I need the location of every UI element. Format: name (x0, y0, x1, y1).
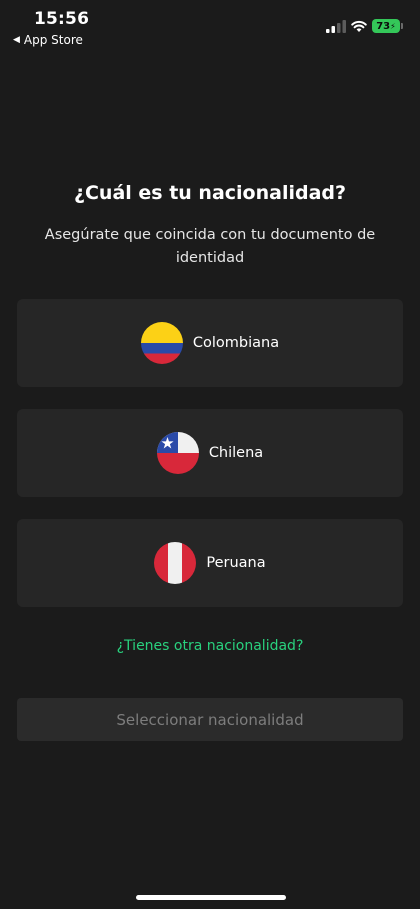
colombia-flag-icon (140, 322, 183, 364)
select-nationality-button[interactable]: Seleccionar nacionalidad (17, 698, 403, 741)
back-app-label: App Store (23, 33, 83, 47)
select-button-label: Seleccionar nacionalidad (116, 710, 304, 729)
option-label: Colombiana (192, 335, 280, 351)
option-label: Peruana (206, 555, 266, 571)
status-time: 15:56 (34, 9, 90, 29)
battery-icon: 73 ⚡ (372, 19, 400, 33)
option-label: Chilena (208, 445, 264, 461)
cellular-signal-icon (326, 20, 346, 33)
option-chilena[interactable]: Chilena (17, 409, 403, 497)
option-peruana[interactable]: Peruana (17, 519, 403, 607)
page-title: ¿Cuál es tu nacionalidad? (73, 182, 347, 204)
option-colombiana[interactable]: Colombiana (17, 299, 403, 387)
page-subtitle: Asegúrate que coincida con tu documento … (44, 227, 376, 266)
chile-flag-icon (156, 432, 199, 474)
battery-cap (401, 23, 403, 29)
back-to-app-store[interactable]: ◀ App Store (13, 33, 83, 47)
peru-flag-icon (154, 542, 197, 584)
wifi-icon (351, 20, 367, 32)
status-bar: 15:56 ◀ App Store 73 ⚡ (0, 0, 420, 52)
other-nationality-link[interactable]: ¿Tienes otra nacionalidad? (0, 638, 420, 654)
back-arrow-icon: ◀ (13, 35, 20, 45)
battery-level: 73 (376, 20, 391, 32)
home-indicator[interactable] (136, 895, 286, 900)
